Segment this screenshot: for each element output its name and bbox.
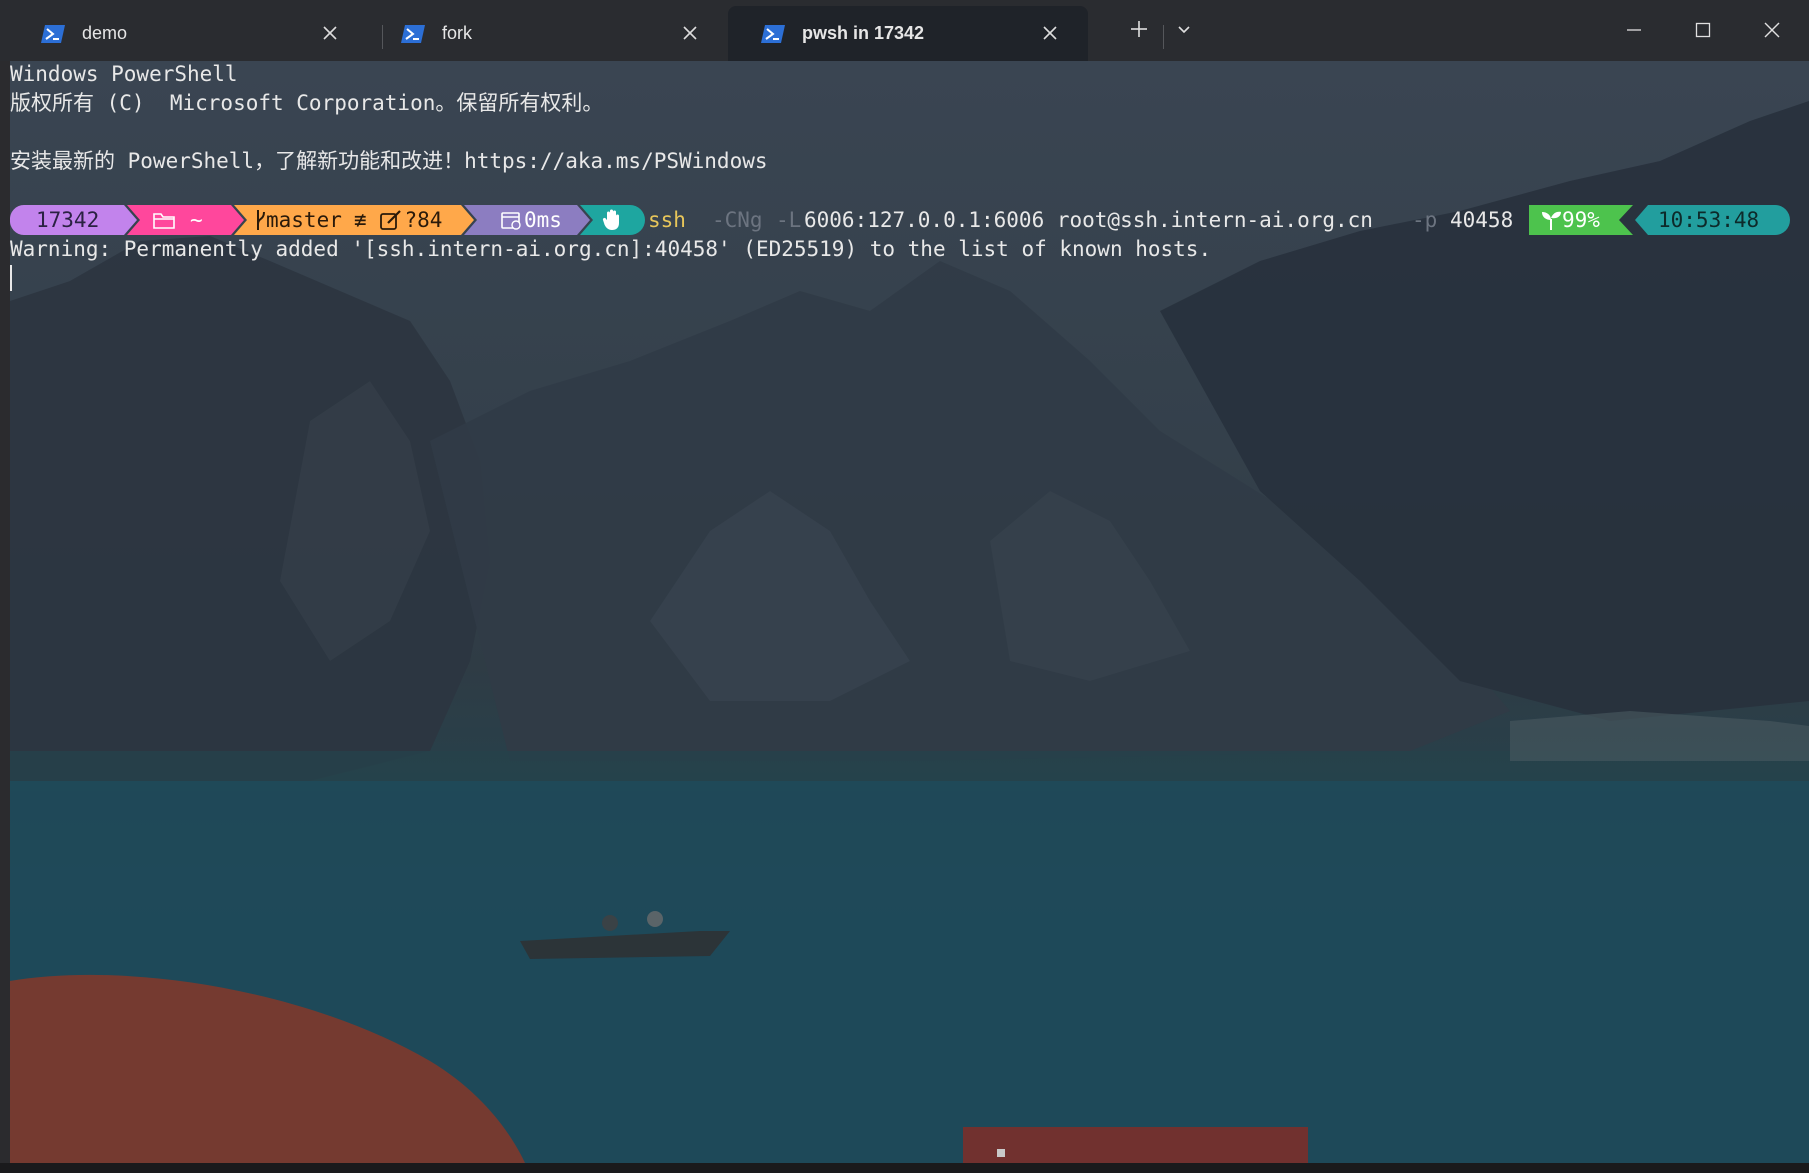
dropdown-chevron-icon[interactable] [1173,18,1195,40]
tab-label: demo [82,23,128,43]
title-bar: demo fork pwsh in 17342 [0,0,1809,62]
hand-icon [602,209,619,230]
output-line: 安装最新的 PowerShell，了解新功能和改进！https://aka.ms… [10,149,768,173]
sprout-icon [1542,211,1561,230]
window-border [0,1163,1809,1173]
git-branch: master [266,208,342,232]
folder-icon [153,213,175,229]
window-border [0,61,10,1173]
command-flag: -L [776,208,802,232]
edit-icon [379,210,401,230]
battery-segment: 99% [1540,205,1600,235]
stopwatch-icon [501,212,521,230]
exec-time: 0ms [524,208,562,232]
terminal-window: demo fork pwsh in 17342 Windows PowerShe… [0,0,1809,1173]
minimize-icon [1627,29,1641,31]
git-segment: master ≢ ?84 [254,205,442,235]
close-icon[interactable] [320,23,340,43]
close-window-button[interactable] [1742,12,1802,48]
powershell-icon [761,24,785,43]
maximize-icon [1695,22,1711,38]
session-id: 17342 [36,208,100,232]
clock-time: 10:53:48 [1658,208,1760,232]
close-icon[interactable] [680,23,700,43]
command-argument: 40458 [1450,208,1514,232]
tab-separator [1163,25,1164,49]
maximize-button[interactable] [1673,12,1733,48]
minimize-button[interactable] [1604,12,1664,48]
command-flag: -CNg [712,208,763,232]
git-status: ≢ [353,208,367,232]
output-line: Warning: Permanently added '[ssh.intern-… [10,237,1212,261]
time-segment: 10:53:48 [1658,205,1759,235]
text-cursor [10,265,12,291]
battery-level: 99% [1562,208,1600,232]
tab-label: pwsh in 17342 [802,23,925,43]
shell-segment [602,205,622,235]
new-tab-button[interactable] [1128,18,1150,40]
git-changes: ?84 [404,208,443,232]
command-argument: 6006:127.0.0.1:6006 root@ssh.intern-ai.o… [804,208,1373,232]
command-name: ssh [648,208,686,232]
close-icon [1764,22,1780,38]
path-segment: ~ [152,205,203,235]
tab-fork[interactable]: fork [368,6,728,61]
powershell-icon [41,24,65,43]
git-branch-icon [257,210,265,230]
exec-time-segment: 0ms [500,205,562,235]
tab-label: fork [442,23,473,43]
close-icon[interactable] [1040,23,1060,43]
tab-demo[interactable]: demo [8,6,368,61]
session-segment: 17342 [36,205,99,235]
powershell-icon [401,24,425,43]
output-line: Windows PowerShell [10,62,238,86]
current-path: ~ [190,208,203,232]
command-flag: -p [1412,208,1438,232]
prompt-line: 17342 ~ master ≢ ?84 0ms ssh -CNg -L 600… [10,205,1800,235]
output-line: 版权所有 (C) Microsoft Corporation。保留所有权利。 [10,91,604,115]
tab-pwsh[interactable]: pwsh in 17342 [728,6,1088,61]
